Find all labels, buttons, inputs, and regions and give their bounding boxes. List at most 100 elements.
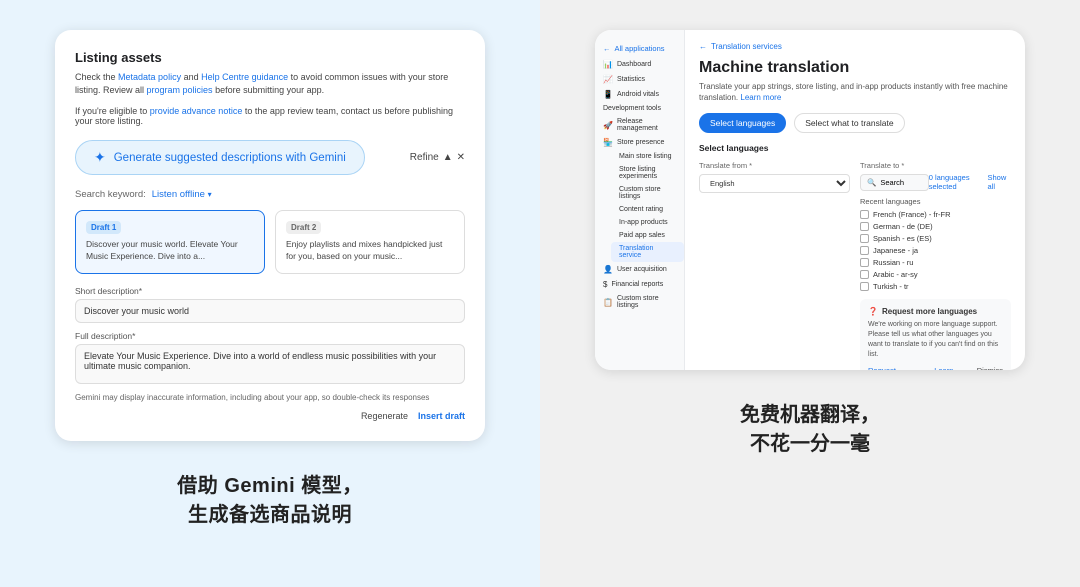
dropdown-icon[interactable]: ▾ — [208, 190, 212, 199]
translate-from-label: Translate from * — [699, 161, 850, 170]
sidebar-item-paid[interactable]: Paid app sales — [611, 229, 684, 242]
insert-draft-button[interactable]: Insert draft — [418, 411, 465, 421]
breadcrumb-icon: ← — [699, 42, 707, 51]
rc-main-content: ← Translation services Machine translati… — [685, 30, 1025, 370]
left-caption-line1: 借助 Gemini 模型， — [177, 469, 362, 498]
sidebar-item-android-vitals[interactable]: 📱 Android vitals — [595, 87, 684, 102]
sidebar-item-in-app[interactable]: In-app products — [611, 216, 684, 229]
dashboard-icon: 📊 — [603, 60, 613, 69]
sidebar-item-translation[interactable]: Translation service — [611, 242, 684, 262]
user-icon: 👤 — [603, 265, 613, 274]
full-desc-field: Full description* Elevate Your Music Exp… — [75, 331, 465, 384]
lang-item-spanish: Spanish - es (ES) — [860, 234, 1011, 243]
lang-item-arabic: Arabic - ar-sy — [860, 270, 1011, 279]
regenerate-button[interactable]: Regenerate — [361, 411, 408, 421]
question-icon: ❓ — [868, 307, 878, 316]
more-langs-desc: We're working on more language support. … — [868, 320, 1003, 359]
right-caption: 免费机器翻译， 不花一分一毫 — [740, 398, 880, 456]
close-icon[interactable]: ✕ — [457, 152, 465, 163]
sidebar-item-custom-store[interactable]: Custom store listings — [611, 183, 684, 203]
right-panel: ← All applications 📊 Dashboard 📈 Statist… — [540, 0, 1080, 587]
left-panel: Listing assets Check the Metadata policy… — [0, 0, 540, 587]
refine-label: Refine — [410, 152, 439, 163]
request-langs-link[interactable]: Request languages — [868, 366, 926, 370]
lang-checkbox-french[interactable] — [860, 210, 869, 219]
sidebar-item-main-store[interactable]: Main store listing — [611, 150, 684, 163]
page-title: Machine translation — [699, 59, 1011, 77]
release-icon: 🚀 — [603, 121, 613, 130]
statistics-icon: 📈 — [603, 75, 613, 84]
lang-row: Translate from * English Translate to * … — [699, 161, 1011, 370]
select-languages-section-title: Select languages — [699, 143, 1011, 153]
draft-1-card[interactable]: Draft 1 Discover your music world. Eleva… — [75, 210, 265, 274]
refine-chevron-icon: ▲ — [443, 152, 453, 163]
short-desc-value[interactable]: Discover your music world — [75, 299, 465, 323]
back-icon: ← — [603, 44, 611, 53]
gemini-button-label: Generate suggested descriptions with Gem… — [114, 152, 346, 164]
left-caption: 借助 Gemini 模型， 生成备选商品说明 — [177, 469, 362, 527]
left-caption-line2: 生成备选商品说明 — [177, 498, 362, 527]
action-row: Regenerate Insert draft — [75, 411, 465, 421]
sidebar-item-dashboard[interactable]: 📊 Dashboard — [595, 57, 684, 72]
search-keyword-row: Search keyword: Listen offline ▾ — [75, 189, 465, 200]
sidebar-item-statistics[interactable]: 📈 Statistics — [595, 72, 684, 87]
sidebar-back[interactable]: ← All applications — [595, 40, 684, 57]
sidebar-item-release[interactable]: 🚀 Release management — [595, 115, 684, 135]
lang-checkbox-arabic[interactable] — [860, 270, 869, 279]
sidebar-item-user-acq[interactable]: 👤 User acquisition — [595, 262, 684, 277]
drafts-row: Draft 1 Discover your music world. Eleva… — [75, 210, 465, 274]
lang-item-russian: Russian - ru — [860, 258, 1011, 267]
sidebar-item-financial[interactable]: $ Financial reports — [595, 277, 684, 292]
translate-from-col: Translate from * English — [699, 161, 850, 370]
more-langs-actions: Request languages Learn more Dismiss — [868, 366, 1003, 370]
draft-1-text: Discover your music world. Elevate Your … — [86, 239, 254, 263]
right-caption-line2: 不花一分一毫 — [740, 427, 880, 456]
refine-button[interactable]: Refine ▲ ✕ — [410, 152, 465, 163]
lang-item-japanese: Japanese - ja — [860, 246, 1011, 255]
dismiss-link[interactable]: Dismiss — [977, 366, 1003, 370]
right-caption-line1: 免费机器翻译， — [740, 398, 880, 427]
full-desc-value[interactable]: Elevate Your Music Experience. Dive into… — [75, 344, 465, 384]
sidebar-item-dev-tools[interactable]: Development tools — [595, 102, 684, 115]
lang-checkbox-spanish[interactable] — [860, 234, 869, 243]
lang-item-french: French (France) - fr-FR — [860, 210, 1011, 219]
android-icon: 📱 — [603, 90, 613, 99]
lang-count: 0 languages selected — [929, 173, 988, 191]
sidebar-item-experiments[interactable]: Store listing experiments — [611, 163, 684, 183]
show-all-link[interactable]: Show all — [987, 173, 1011, 191]
search-icon: 🔍 — [867, 178, 876, 187]
sidebar-item-content-rating[interactable]: Content rating — [611, 203, 684, 216]
full-desc-label: Full description* — [75, 331, 465, 341]
sidebar-item-store-presence[interactable]: 🏪 Store presence — [595, 135, 684, 150]
recent-langs-label: Recent languages — [860, 197, 1011, 206]
custom-icon: 📋 — [603, 298, 613, 307]
gemini-icon: ✦ — [94, 149, 106, 166]
search-keyword-label: Search keyword: — [75, 189, 146, 200]
learn-more-link-2[interactable]: Learn more — [934, 366, 969, 370]
lang-item-turkish: Turkish - tr — [860, 282, 1011, 291]
lang-checkbox-russian[interactable] — [860, 258, 869, 267]
draft-2-card[interactable]: Draft 2 Enjoy playlists and mixes handpi… — [275, 210, 465, 274]
search-box[interactable]: 🔍 Search — [860, 174, 929, 191]
tab-select-what[interactable]: Select what to translate — [794, 113, 904, 133]
breadcrumb: ← Translation services — [699, 42, 1011, 51]
card-subtitle: Check the Metadata policy and Help Centr… — [75, 71, 465, 96]
lang-checkbox-german[interactable] — [860, 222, 869, 231]
sidebar-item-custom-listings[interactable]: 📋 Custom store listings — [595, 292, 684, 312]
lang-checkbox-japanese[interactable] — [860, 246, 869, 255]
gemini-disclaimer: Gemini may display inaccurate informatio… — [75, 392, 465, 403]
learn-more-link[interactable]: Learn more — [740, 93, 781, 102]
main-container: Listing assets Check the Metadata policy… — [0, 0, 1080, 587]
draft-2-label: Draft 2 — [286, 221, 321, 234]
gemini-button[interactable]: ✦ Generate suggested descriptions with G… — [75, 140, 365, 175]
lang-checkbox-turkish[interactable] — [860, 282, 869, 291]
card-notice: If you're eligible to provide advance no… — [75, 106, 465, 126]
sidebar: ← All applications 📊 Dashboard 📈 Statist… — [595, 30, 685, 370]
search-placeholder: Search — [880, 178, 904, 187]
tab-select-languages[interactable]: Select languages — [699, 113, 786, 133]
tabs: Select languages Select what to translat… — [699, 113, 1011, 133]
more-langs-panel: ❓ Request more languages We're working o… — [860, 299, 1011, 370]
left-card: Listing assets Check the Metadata policy… — [55, 30, 485, 441]
translate-from-select[interactable]: English — [699, 174, 850, 193]
draft-2-text: Enjoy playlists and mixes handpicked jus… — [286, 239, 454, 263]
